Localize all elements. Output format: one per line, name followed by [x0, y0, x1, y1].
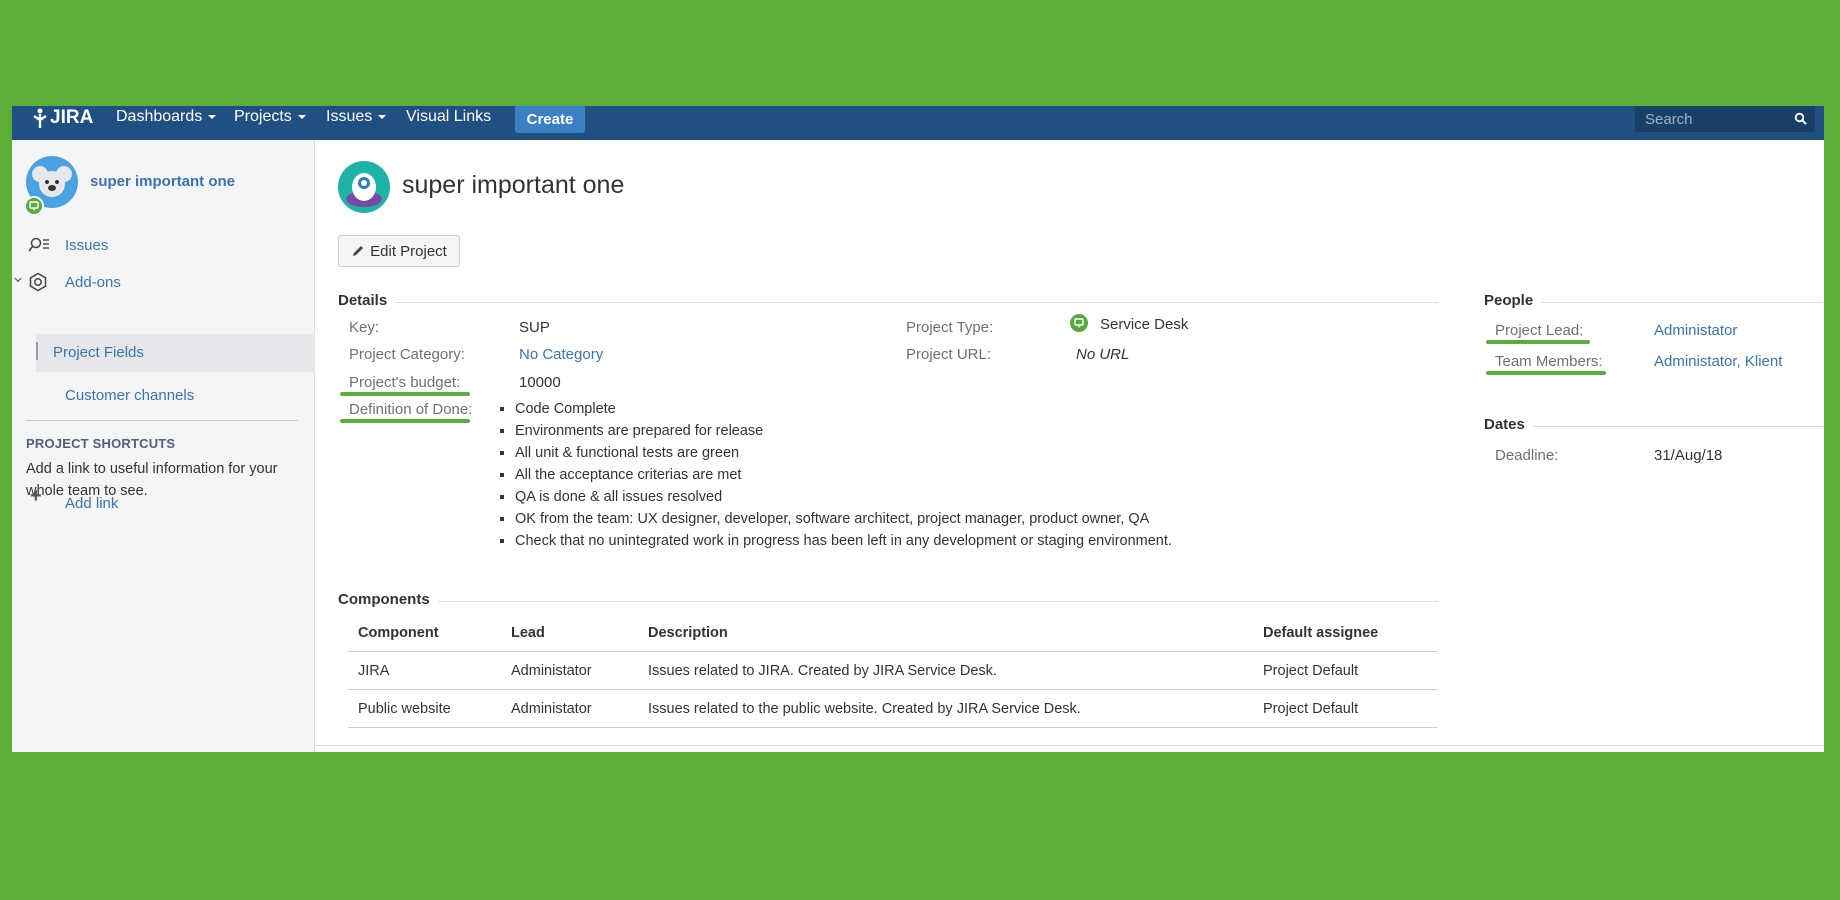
project-sidebar: super important one Issues Add-ons Proje… [12, 140, 315, 752]
content-bottom-divider [315, 745, 1824, 746]
jira-logo-text: JIRA [50, 107, 94, 128]
add-link-button[interactable]: Add link [65, 495, 118, 512]
list-item: Check that no unintegrated work in progr… [515, 530, 1172, 552]
sidebar-item-project-fields[interactable]: Project Fields [53, 344, 144, 361]
sidebar-item-issues[interactable]: Issues [65, 237, 108, 254]
project-url-label: Project URL: [906, 346, 992, 363]
component-default-assignee: Project Default [1253, 651, 1438, 690]
pencil-icon [353, 246, 364, 256]
category-label: Project Category: [349, 346, 465, 363]
table-row: JIRA Administator Issues related to JIRA… [348, 651, 1438, 690]
nav-dashboards[interactable]: Dashboards [116, 108, 217, 126]
details-heading: Details [338, 292, 396, 309]
nav-projects[interactable]: Projects [234, 108, 306, 126]
list-item: All the acceptance criterias are met [515, 464, 1172, 486]
project-type-label: Project Type: [906, 319, 994, 336]
component-description: Issues related to the public website. Cr… [638, 689, 1253, 728]
project-lead-link[interactable]: Administator [1654, 322, 1737, 339]
category-value-link[interactable]: No Category [519, 346, 603, 363]
component-name[interactable]: Public website [348, 689, 501, 728]
list-item: QA is done & all issues resolved [515, 486, 1172, 508]
jira-app-window: JIRA Dashboards Projects Issues Visual L… [12, 106, 1824, 752]
create-button[interactable]: Create [515, 106, 585, 133]
chevron-down-icon[interactable] [14, 276, 22, 284]
sidebar-project-name[interactable]: super important one [90, 173, 235, 190]
people-heading: People [1484, 292, 1542, 309]
components-heading: Components [338, 591, 438, 608]
column-header-component[interactable]: Component [348, 614, 501, 652]
column-header-lead[interactable]: Lead [501, 614, 638, 652]
sidebar-item-addons[interactable]: Add-ons [65, 274, 121, 291]
components-divider [338, 601, 1438, 602]
component-lead: Administator [501, 689, 638, 728]
sidebar-divider [26, 420, 298, 421]
edit-project-button[interactable]: Edit Project [338, 235, 460, 267]
page-title: super important one [402, 171, 625, 199]
project-lead-highlight-underline [1486, 340, 1590, 344]
nav-issues-label: Issues [326, 108, 373, 125]
search-input[interactable]: Search [1635, 106, 1815, 132]
component-description: Issues related to JIRA. Created by JIRA … [638, 651, 1253, 690]
plus-icon[interactable]: + [30, 485, 42, 508]
project-url-value: No URL [1076, 346, 1130, 363]
search-icon[interactable] [1794, 112, 1807, 125]
list-item: Environments are prepared for release [515, 420, 1172, 442]
project-shortcuts-heading: PROJECT SHORTCUTS [26, 436, 176, 451]
team-members-link[interactable]: Administator, Klient [1654, 353, 1782, 370]
sidebar-item-customer-channels[interactable]: Customer channels [65, 387, 194, 404]
definition-of-done-list: Code Complete Environments are prepared … [493, 398, 1172, 552]
nav-visual-links-label: Visual Links [406, 108, 492, 125]
table-row: Public website Administator Issues relat… [348, 689, 1438, 728]
column-header-description[interactable]: Description [638, 614, 1253, 652]
table-header-row: Component Lead Description Default assig… [348, 614, 1438, 652]
list-item: Code Complete [515, 398, 1172, 420]
nav-projects-label: Projects [234, 108, 292, 125]
nav-issues[interactable]: Issues [326, 108, 387, 126]
chevron-down-icon [378, 115, 387, 119]
list-item: All unit & functional tests are green [515, 442, 1172, 464]
team-members-highlight-underline [1486, 371, 1606, 375]
team-members-label: Team Members: [1495, 353, 1603, 370]
issues-icon [28, 237, 49, 252]
project-type-value: Service Desk [1100, 316, 1189, 333]
jira-logo[interactable]: JIRA [32, 106, 93, 130]
nav-dashboards-label: Dashboards [116, 108, 203, 125]
component-name[interactable]: JIRA [348, 651, 501, 690]
key-value: SUP [519, 319, 550, 336]
budget-label: Project's budget: [349, 374, 461, 391]
key-label: Key: [349, 319, 380, 336]
chevron-down-icon [297, 115, 306, 119]
components-table: Component Lead Description Default assig… [348, 614, 1438, 728]
component-default-assignee: Project Default [1253, 689, 1438, 728]
dates-heading: Dates [1484, 416, 1533, 433]
component-lead: Administator [501, 651, 638, 690]
list-item: OK from the team: UX designer, developer… [515, 508, 1172, 530]
jira-logo-icon [33, 108, 47, 128]
column-header-default-assignee[interactable]: Default assignee [1253, 614, 1438, 652]
addons-icon [29, 272, 47, 292]
service-desk-icon [1070, 314, 1088, 332]
details-divider [338, 302, 1438, 303]
search-placeholder: Search [1645, 110, 1693, 128]
nav-visual-links[interactable]: Visual Links [406, 108, 491, 126]
chevron-down-icon [208, 115, 217, 119]
dod-label: Definition of Done: [349, 401, 473, 418]
dates-divider [1484, 426, 1824, 427]
budget-highlight-underline [340, 392, 470, 396]
top-navigation-bar: JIRA Dashboards Projects Issues Visual L… [12, 106, 1824, 140]
project-main-content: super important one Edit Project Details… [315, 140, 1824, 752]
edit-project-label: Edit Project [370, 242, 447, 260]
dod-highlight-underline [340, 419, 470, 423]
deadline-value: 31/Aug/18 [1654, 447, 1723, 464]
monster-avatar-icon [346, 173, 382, 207]
deadline-label: Deadline: [1495, 447, 1559, 464]
sidebar-selected-indicator [36, 342, 38, 360]
budget-value: 10000 [519, 374, 561, 391]
service-desk-badge-icon [24, 196, 44, 216]
project-lead-label: Project Lead: [1495, 322, 1584, 339]
project-avatar-large [338, 161, 390, 213]
